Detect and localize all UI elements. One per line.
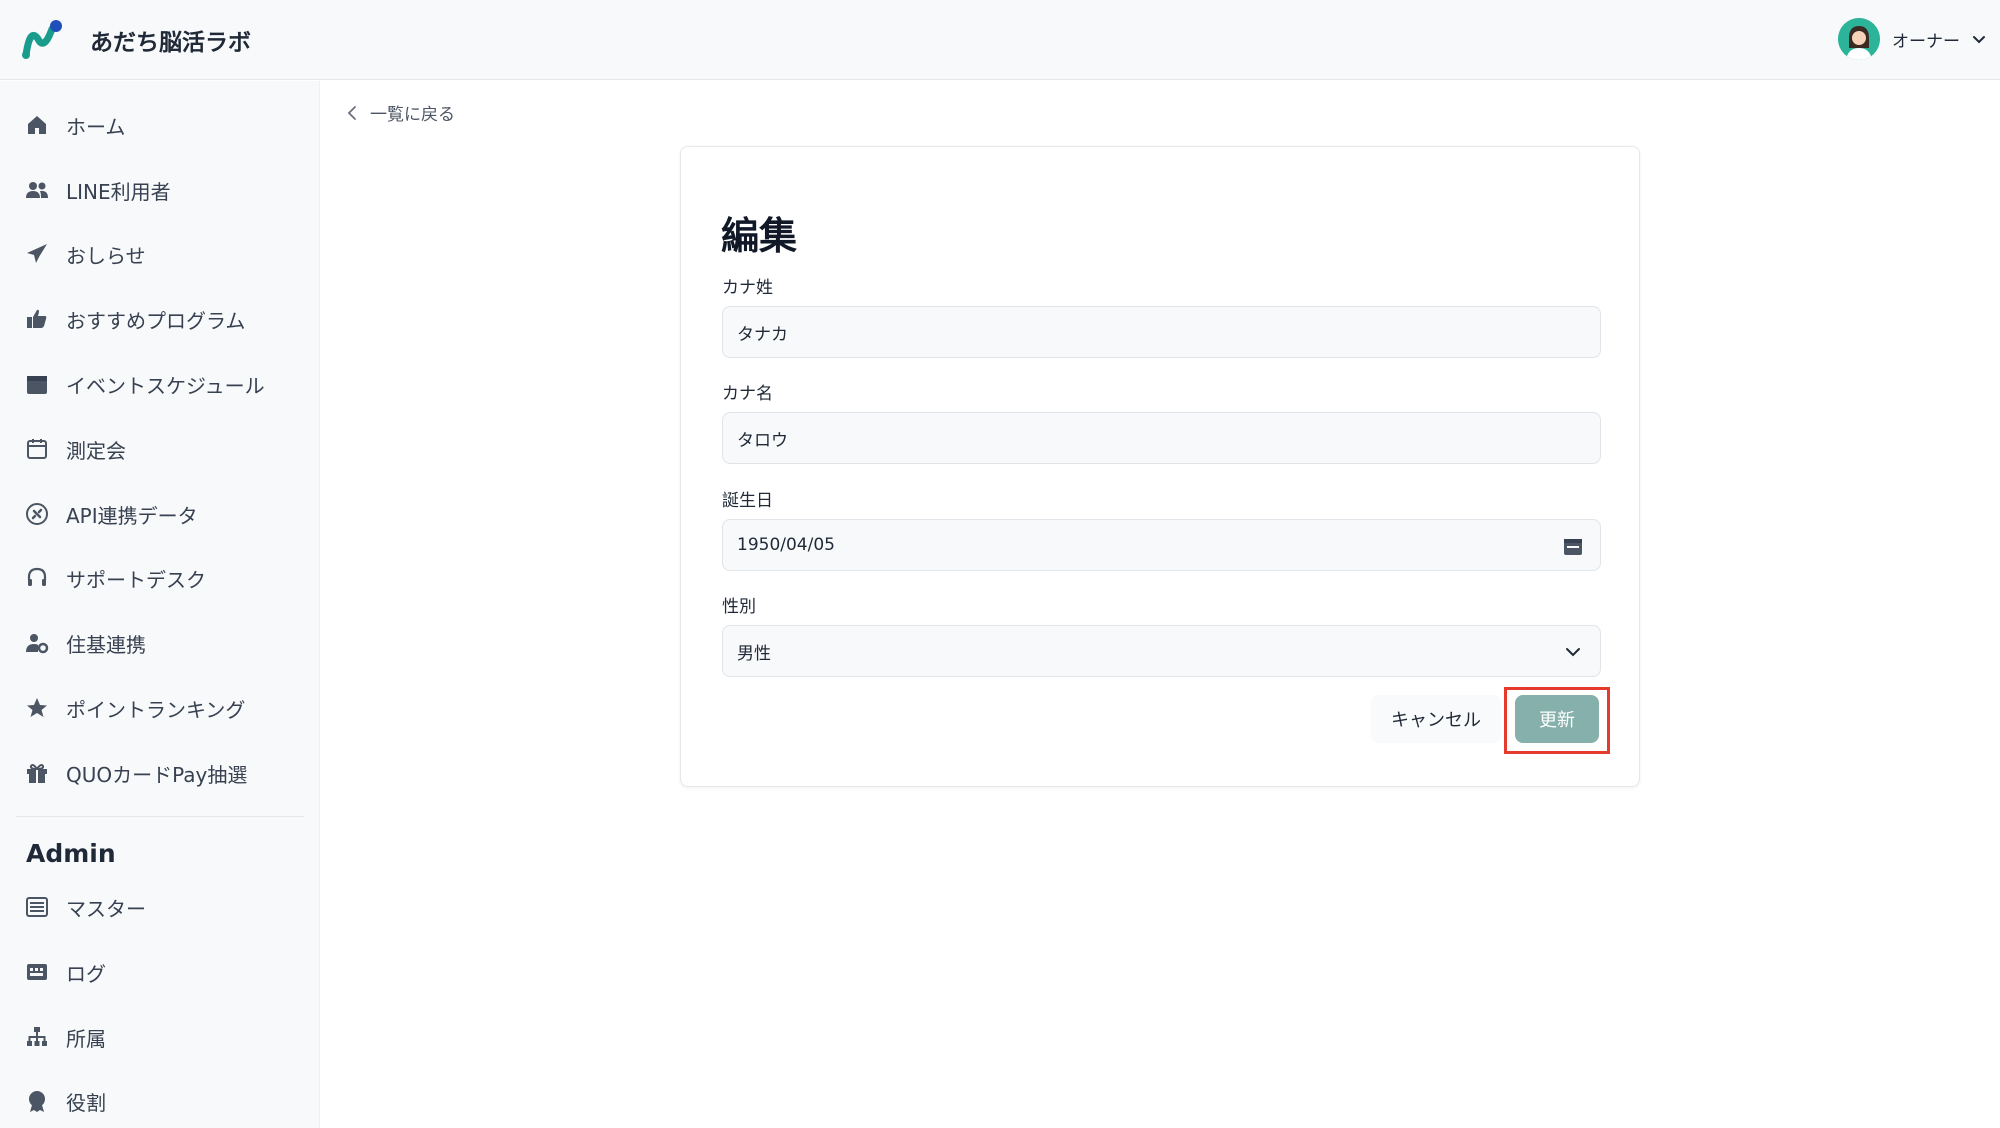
home-icon [24,112,50,138]
sidebar-item-resident-registry[interactable]: 住基連携 [24,623,146,663]
paper-plane-icon [24,241,50,267]
chevron-left-icon [347,105,356,120]
update-button[interactable]: 更新 [1515,695,1599,743]
user-gear-icon [24,630,50,656]
sidebar-item-event-schedule[interactable]: イベントスケジュール [24,364,265,404]
kana-last-name-label: カナ姓 [722,278,773,298]
sidebar-item-label: LINE利用者 [66,179,171,204]
kana-last-name-input[interactable]: タナカ [722,306,1601,358]
sidebar-item-support-desk[interactable]: サポートデスク [24,558,206,598]
gender-select[interactable]: 男性 [722,625,1601,677]
sidebar-item-home[interactable]: ホーム [24,105,125,145]
sidebar-item-api-data[interactable]: API連携データ [24,494,198,534]
star-icon [24,695,50,721]
sidebar-item-point-ranking[interactable]: ポイントランキング [24,688,245,728]
brand-logo-icon [22,19,62,59]
sidebar-divider [16,816,304,817]
log-icon [24,959,50,985]
kana-first-name-label: カナ名 [722,384,773,404]
gift-icon [24,760,50,786]
gender-value: 男性 [737,643,771,664]
sidebar-item-recommended-programs[interactable]: おすすめプログラム [24,299,245,339]
sidebar-item-label: ホーム [66,114,126,139]
admin-section-title: Admin [26,839,116,868]
sidebar-item-label: 所属 [66,1026,106,1051]
birthday-value: 1950/04/05 [737,535,835,555]
birthday-label: 誕生日 [722,491,773,511]
birthday-input[interactable]: 1950/04/05 [722,519,1601,571]
sidebar-item-label: マスター [66,896,146,921]
calendar-outline-icon [24,436,50,462]
chevron-down-icon [1973,36,1985,44]
sidebar-item-label: API連携データ [66,503,198,528]
sidebar-item-label: おしらせ [66,243,146,268]
chevron-down-icon [1566,648,1580,657]
users-icon [24,177,50,203]
kana-last-name-value: タナカ [737,324,788,345]
plug-icon [24,501,50,527]
sidebar-item-label: 役割 [66,1090,106,1115]
kana-first-name-value: タロウ [737,430,788,451]
user-menu[interactable]: オーナー [1838,18,1986,60]
cancel-button[interactable]: キャンセル [1371,695,1501,743]
sidebar-item-label: QUOカードPay抽選 [66,762,248,787]
thumbs-up-icon [24,306,50,332]
sidebar-item-label: イベントスケジュール [66,373,265,398]
top-header: あだち脳活ラボ オーナー [0,0,2000,80]
list-icon [24,894,50,920]
sidebar-item-label: ポイントランキング [66,697,246,722]
headset-icon [24,565,50,591]
sidebar-item-role[interactable]: 役割 [24,1081,106,1121]
sitemap-icon [24,1024,50,1050]
back-to-list-link[interactable]: 一覧に戻る [344,100,455,125]
sidebar-item-master[interactable]: マスター [24,887,146,927]
sidebar: ホーム LINE利用者 おしらせ おすすめプログラム イベントスケジュール 測定… [0,81,320,1128]
sidebar-item-log[interactable]: ログ [24,952,106,992]
sidebar-item-line-users[interactable]: LINE利用者 [24,170,171,210]
calendar-icon[interactable] [1562,535,1584,557]
calendar-icon [24,371,50,397]
sidebar-item-label: おすすめプログラム [66,308,246,333]
user-name: オーナー [1892,31,1960,52]
sidebar-item-notices[interactable]: おしらせ [24,234,146,274]
user-avatar-icon [1838,18,1880,60]
back-link-label: 一覧に戻る [370,105,455,125]
edit-form-card: 編集 カナ姓 タナカ カナ名 タロウ 誕生日 1950/04/05 性別 男性 … [680,146,1640,787]
award-icon [24,1088,50,1114]
sidebar-item-measurement[interactable]: 測定会 [24,429,126,469]
sidebar-item-label: サポートデスク [66,567,206,592]
kana-first-name-input[interactable]: タロウ [722,412,1601,464]
page-title: 編集 [721,214,798,258]
brand[interactable]: あだち脳活ラボ [18,17,251,63]
brand-name: あだち脳活ラボ [90,29,251,56]
sidebar-item-label: 測定会 [66,438,126,463]
gender-label: 性別 [722,597,756,617]
sidebar-item-label: 住基連携 [66,632,146,657]
sidebar-item-affiliation[interactable]: 所属 [24,1017,106,1057]
sidebar-item-label: ログ [66,961,106,986]
sidebar-item-quo-card-lottery[interactable]: QUOカードPay抽選 [24,753,247,793]
